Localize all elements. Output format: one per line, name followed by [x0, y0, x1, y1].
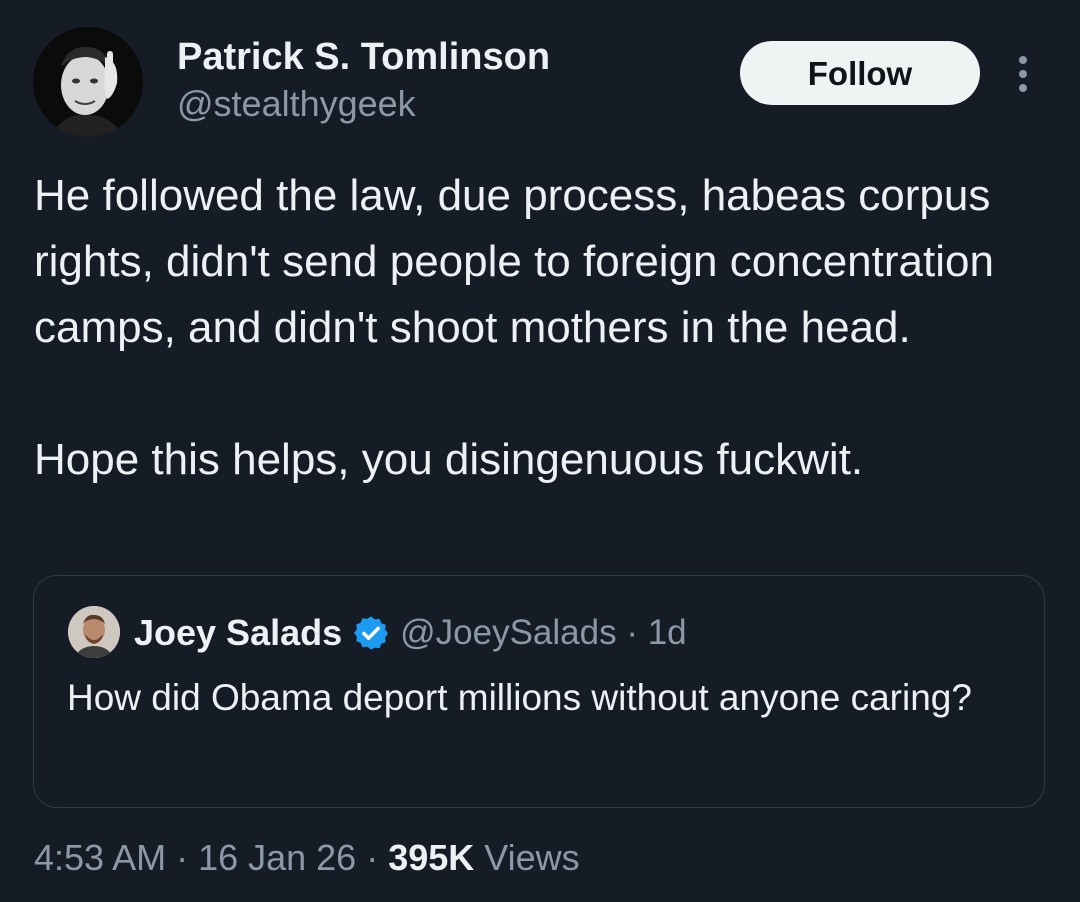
tweet-paragraph: Hope this helps, you disingenuous fuckwi…: [34, 435, 864, 484]
author-avatar[interactable]: [33, 27, 143, 137]
verified-badge-icon: [354, 616, 389, 650]
quoted-tweet-card[interactable]: Joey Salads @JoeySalads · 1d How did Oba…: [33, 575, 1045, 808]
author-handle[interactable]: @stealthygeek: [177, 82, 416, 126]
tweet-timestamp[interactable]: 4:53 AM · 16 Jan 26 ·: [34, 837, 388, 878]
quoted-author-handle-time: @JoeySalads · 1d: [400, 613, 687, 652]
quoted-author-name[interactable]: Joey Salads: [134, 612, 342, 654]
views-label: Views: [474, 837, 580, 878]
quoted-user-avatar-photo-icon: [68, 606, 120, 658]
more-options-button[interactable]: [1010, 52, 1036, 96]
quoted-tweet-header: Joey Salads @JoeySalads · 1d: [134, 610, 687, 656]
more-vertical-icon: [1019, 56, 1027, 92]
follow-button[interactable]: Follow: [740, 41, 980, 105]
quoted-author-avatar[interactable]: [68, 606, 120, 658]
views-count: 395K: [388, 837, 475, 878]
quoted-tweet-text: How did Obama deport millions without an…: [67, 677, 972, 718]
tweet-paragraph: He followed the law, due process, habeas…: [34, 171, 994, 352]
tweet-meta: 4:53 AM · 16 Jan 26 · 395K Views: [34, 835, 580, 881]
user-avatar-photo-icon: [33, 27, 143, 137]
tweet-text: He followed the law, due process, habeas…: [34, 163, 1054, 493]
author-display-name[interactable]: Patrick S. Tomlinson: [177, 34, 550, 80]
